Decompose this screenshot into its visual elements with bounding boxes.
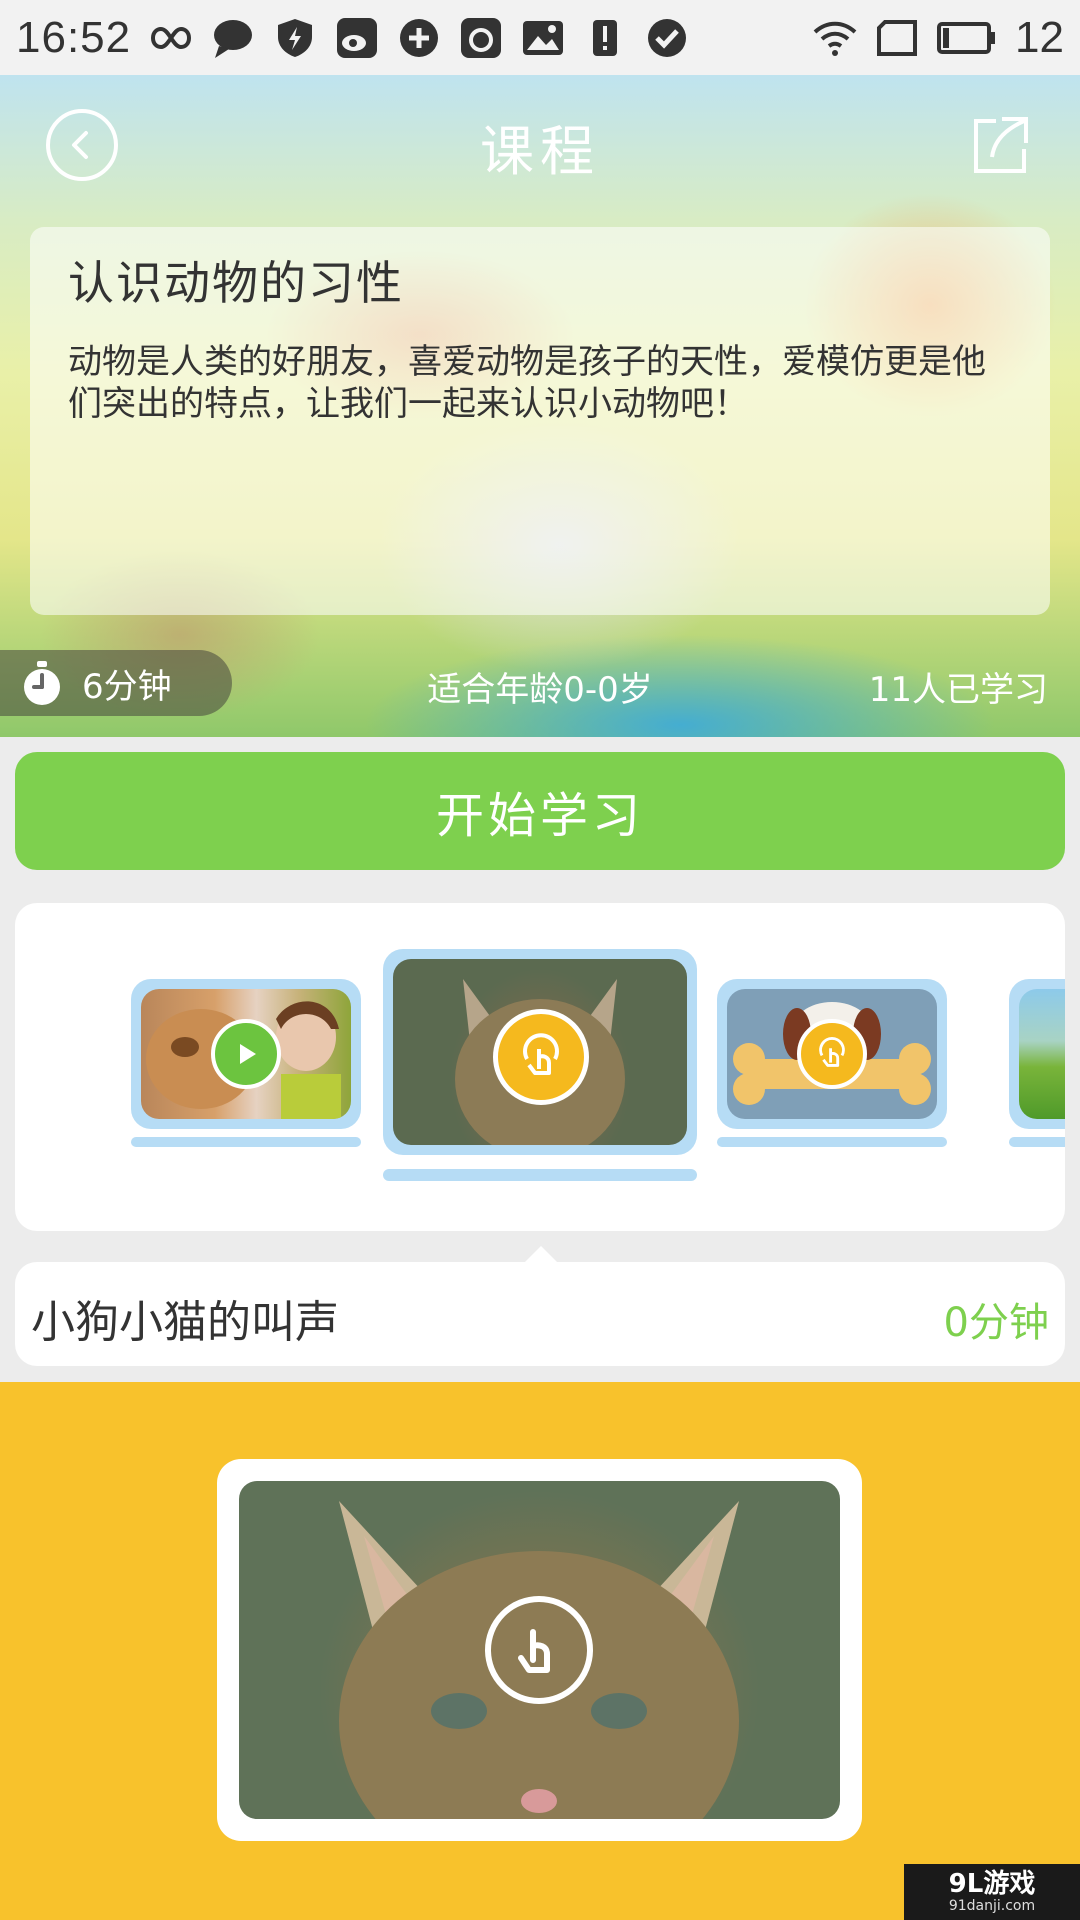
carousel-item-stand (383, 1169, 697, 1181)
carousel-pointer (525, 1246, 557, 1262)
status-time: 16:52 (16, 12, 132, 62)
play-icon[interactable] (211, 1019, 281, 1089)
check-icon (648, 18, 687, 57)
carousel-item-kitten[interactable] (383, 949, 697, 1155)
app-icon (461, 17, 502, 58)
start-learning-button[interactable]: 开始学习 (15, 752, 1065, 870)
tap-icon[interactable] (797, 1019, 867, 1089)
course-description-card: 认识动物的习性 动物是人类的好朋友，喜爱动物是孩子的天性，爱模仿更是他们突出的特… (30, 227, 1050, 615)
battery-level: 12 (1015, 12, 1064, 62)
status-right: 12 (813, 13, 1064, 63)
battery-icon (937, 21, 996, 54)
message-icon (214, 19, 253, 58)
watermark-sub: 91danji.com (948, 1898, 1036, 1914)
infinity-icon (151, 26, 192, 49)
status-left: 16:52 (16, 13, 689, 63)
lesson-preview-frame[interactable] (217, 1459, 862, 1841)
tap-icon[interactable] (485, 1596, 593, 1704)
carousel-item-stand (1009, 1137, 1065, 1147)
site-watermark: 9L游戏 91danji.com (904, 1864, 1080, 1920)
page-title: 课程 (480, 120, 600, 183)
watermark-main: 9L游戏 (948, 1869, 1036, 1899)
signal-icon (877, 19, 918, 56)
alert-icon (593, 19, 618, 56)
carousel-item-dog-child[interactable] (131, 979, 361, 1129)
lesson-info-bar: 小狗小猫的叫声 0分钟 (15, 1262, 1065, 1366)
course-description: 动物是人类的好朋友，喜爱动物是孩子的天性，爱模仿更是他们突出的特点，让我们一起来… (68, 342, 986, 424)
sync-icon (400, 18, 439, 57)
lesson-duration: 0分钟 (943, 1300, 1049, 1346)
status-bar: 16:52 12 (0, 0, 1080, 75)
lesson-title: 小狗小猫的叫声 (31, 1297, 339, 1348)
course-info-row: 6分钟 适合年龄0-0岁 11人已学习 (0, 650, 1080, 718)
share-icon[interactable] (968, 113, 1032, 177)
carousel-item-landscape[interactable] (1009, 979, 1065, 1129)
carousel-item-puppy[interactable] (717, 979, 947, 1129)
top-bar: 课程 (0, 75, 1080, 215)
image-icon (523, 20, 564, 55)
course-hero: 课程 认识动物的习性 动物是人类的好朋友，喜爱动物是孩子的天性，爱模仿更是他们突… (0, 75, 1080, 737)
lesson-carousel[interactable] (15, 903, 1065, 1231)
carousel-item-stand (717, 1137, 947, 1147)
course-title: 认识动物的习性 (68, 256, 404, 310)
carousel-item-stand (131, 1137, 361, 1147)
landscape-photo (1019, 989, 1065, 1119)
learner-count: 11人已学习 (868, 670, 1048, 710)
shield-icon (278, 18, 313, 57)
wifi-icon (813, 21, 857, 56)
lesson-preview-area (0, 1382, 1080, 1920)
tap-icon[interactable] (493, 1009, 589, 1105)
weibo-icon (337, 17, 378, 58)
